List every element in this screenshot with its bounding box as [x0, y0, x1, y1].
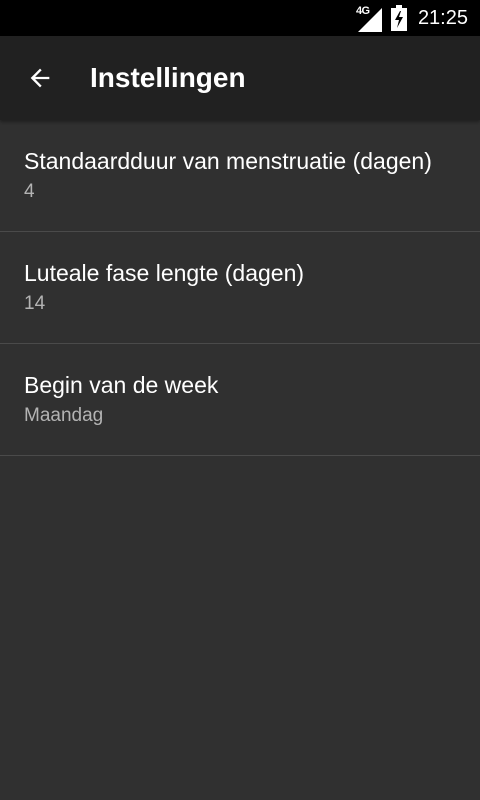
setting-value: Maandag	[24, 405, 104, 426]
back-button[interactable]	[16, 54, 64, 102]
page-title: Instellingen	[90, 62, 246, 93]
status-icons: 4G 21:25	[356, 0, 468, 36]
status-bar: 4G 21:25	[0, 0, 480, 36]
setting-value: 4	[24, 181, 35, 202]
setting-week-start[interactable]: Begin van de week Maandag	[0, 344, 480, 456]
setting-luteal-phase-length[interactable]: Luteale fase lengte (dagen) 14	[0, 232, 480, 344]
setting-title: Standaardduur van menstruatie (dagen)	[24, 148, 432, 174]
setting-value: 14	[24, 293, 46, 314]
battery-icon	[390, 5, 407, 31]
app-bar: Instellingen	[0, 36, 480, 120]
setting-title: Luteale fase lengte (dagen)	[24, 260, 305, 286]
settings-list: Standaardduur van menstruatie (dagen) 4 …	[0, 120, 480, 456]
signal-icon: 4G	[356, 4, 382, 32]
setting-title: Begin van de week	[24, 372, 219, 398]
status-clock: 21:25	[417, 6, 468, 29]
arrow-back-icon	[30, 68, 50, 88]
settings-screen: 4G 21:25 Instellingen Standaardduur van …	[0, 0, 480, 800]
setting-period-duration[interactable]: Standaardduur van menstruatie (dagen) 4	[0, 120, 480, 232]
